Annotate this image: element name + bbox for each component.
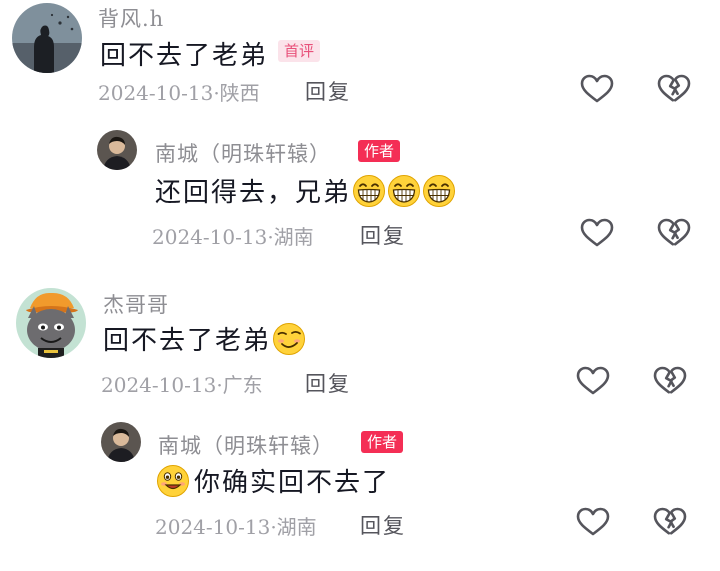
comment-location: 湖南 <box>276 515 317 539</box>
heart-icon[interactable] <box>580 218 614 248</box>
reply-button[interactable]: 回复 <box>360 510 406 540</box>
dislike-broken-heart-icon[interactable] <box>657 74 691 104</box>
avatar[interactable] <box>101 422 141 462</box>
dislike-broken-heart-icon[interactable] <box>653 366 687 396</box>
comment-text-content: 回不去了老弟 <box>103 326 272 356</box>
reply-button[interactable]: 回复 <box>305 76 351 106</box>
username[interactable]: 南城（明珠轩辕） <box>155 138 331 168</box>
heart-icon[interactable] <box>576 366 610 396</box>
comment-date: 2024-10-13 <box>155 515 271 539</box>
username[interactable]: 背风.h <box>98 3 164 33</box>
first-comment-badge: 首评 <box>278 40 321 62</box>
smug-smile-emoji <box>272 322 306 356</box>
reply-button[interactable]: 回复 <box>305 368 351 398</box>
grin-emoji <box>422 174 456 208</box>
comment-meta: 2024-10-13·广东 <box>101 369 263 398</box>
dislike-broken-heart-icon[interactable] <box>657 218 691 248</box>
comment-date: 2024-10-13 <box>98 81 214 105</box>
comment-text: 你确实回不去了 <box>156 462 390 499</box>
grin-emoji <box>352 174 386 208</box>
comment-text-content: 还回得去，兄弟 <box>155 178 352 208</box>
comment-location: 广东 <box>222 373 263 397</box>
comment-text-content: 回不去了老弟 <box>100 41 269 71</box>
comment-date: 2024-10-13 <box>101 373 217 397</box>
username[interactable]: 杰哥哥 <box>103 289 169 319</box>
comment-text: 还回得去，兄弟 <box>155 172 456 209</box>
avatar[interactable] <box>97 130 137 170</box>
comment-text: 回不去了老弟 <box>103 320 306 357</box>
comment-text: 回不去了老弟 <box>100 35 268 72</box>
proud-smile-emoji <box>156 464 190 498</box>
comment-text-content: 你确实回不去了 <box>194 468 391 498</box>
comment-meta: 2024-10-13·湖南 <box>152 221 314 250</box>
heart-icon[interactable] <box>576 507 610 537</box>
comment-meta: 2024-10-13·湖南 <box>155 511 317 540</box>
comment-location: 陕西 <box>219 81 260 105</box>
comment-meta: 2024-10-13·陕西 <box>98 77 260 106</box>
author-badge: 作者 <box>358 140 401 162</box>
avatar[interactable] <box>16 288 86 358</box>
heart-icon[interactable] <box>580 74 614 104</box>
author-badge: 作者 <box>361 431 404 453</box>
avatar[interactable] <box>12 3 82 73</box>
comment-location: 湖南 <box>273 225 314 249</box>
username[interactable]: 南城（明珠轩辕） <box>158 430 334 460</box>
grin-emoji <box>387 174 421 208</box>
reply-button[interactable]: 回复 <box>360 220 406 250</box>
dislike-broken-heart-icon[interactable] <box>653 507 687 537</box>
comment-date: 2024-10-13 <box>152 225 268 249</box>
